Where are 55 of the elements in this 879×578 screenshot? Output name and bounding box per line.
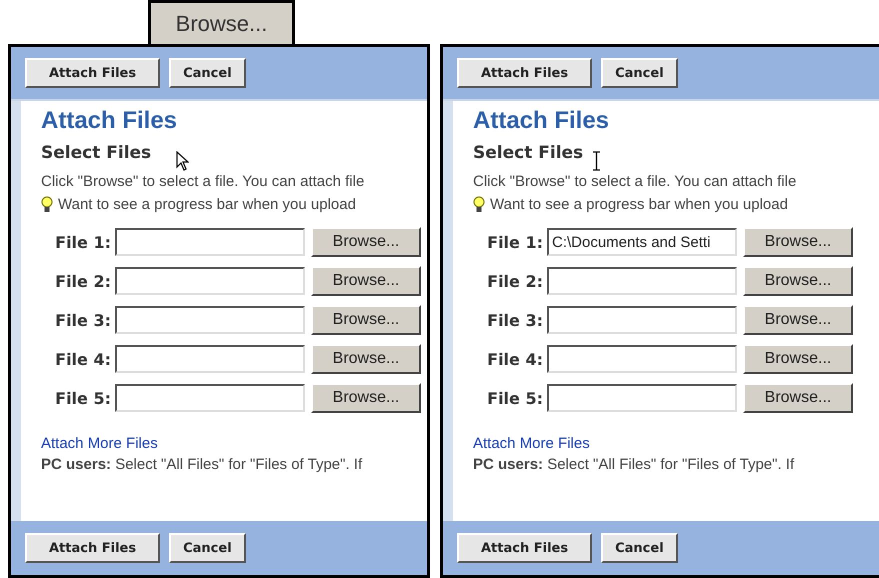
lightbulb-icon [41, 196, 53, 213]
pc-users-note: PC users: Select "All Files" for "Files of Type". If [41, 456, 362, 473]
instructions-text: Click "Browse" to select a file. You can attach file [41, 173, 364, 190]
file-label: File 4: [55, 350, 111, 368]
browse-button[interactable]: Browse... [311, 344, 421, 374]
file-label: File 4: [487, 350, 543, 368]
cancel-button[interactable]: Cancel [169, 58, 246, 88]
section-heading: Select Files [473, 143, 584, 163]
attach-files-button[interactable]: Attach Files [25, 58, 160, 88]
page-title: Attach Files [473, 107, 610, 135]
attach-more-files-link[interactable]: Attach More Files [473, 435, 590, 452]
file-label: File 5: [487, 388, 543, 408]
attach-files-button[interactable]: Attach Files [457, 533, 592, 563]
browse-button[interactable]: Browse... [743, 227, 853, 257]
browse-button[interactable]: Browse... [311, 266, 421, 296]
lightbulb-icon [473, 196, 485, 213]
text-cursor-icon [593, 151, 600, 171]
tip-text: Want to see a progress bar when you upload [490, 196, 788, 213]
file-path-field[interactable] [115, 345, 305, 373]
attach-files-button[interactable]: Attach Files [25, 533, 160, 563]
file-path-field[interactable] [547, 345, 737, 373]
browse-button[interactable]: Browse... [743, 266, 853, 296]
file-label: File 2: [55, 272, 111, 290]
file-path-field[interactable] [547, 384, 737, 412]
arrow-cursor-icon [176, 151, 189, 171]
file-path-field[interactable] [115, 306, 305, 334]
file-label: File 5: [55, 388, 111, 408]
browse-button[interactable]: Browse... [743, 305, 853, 335]
file-path-field[interactable] [115, 228, 305, 256]
browse-button[interactable]: Browse... [743, 383, 853, 413]
file-label: File 1: [55, 232, 111, 252]
cancel-button[interactable]: Cancel [601, 58, 678, 88]
attach-files-button[interactable]: Attach Files [457, 58, 592, 88]
section-heading: Select Files [41, 143, 152, 163]
file-label: File 3: [487, 310, 543, 330]
cancel-button[interactable]: Cancel [601, 533, 678, 563]
browse-button-magnified[interactable]: Browse... [148, 0, 295, 44]
file-path-field[interactable] [547, 306, 737, 334]
pc-users-note: PC users: Select "All Files" for "Files of Type". If [473, 456, 794, 473]
browse-button[interactable]: Browse... [743, 344, 853, 374]
file-path-field[interactable] [115, 267, 305, 295]
file-label: File 2: [487, 272, 543, 290]
attach-more-files-link[interactable]: Attach More Files [41, 435, 158, 452]
browse-button[interactable]: Browse... [311, 305, 421, 335]
file-path-field[interactable] [547, 267, 737, 295]
instructions-text: Click "Browse" to select a file. You can attach file [473, 173, 796, 190]
tip-text: Want to see a progress bar when you upload [58, 196, 356, 213]
page-title: Attach Files [41, 107, 178, 135]
browse-button[interactable]: Browse... [311, 383, 421, 413]
cancel-button[interactable]: Cancel [169, 533, 246, 563]
browse-button[interactable]: Browse... [311, 227, 421, 257]
file-path-field[interactable]: C:\Documents and Setti [547, 228, 737, 256]
file-label: File 1: [487, 232, 543, 252]
file-label: File 3: [55, 310, 111, 330]
file-path-field[interactable] [115, 384, 305, 412]
